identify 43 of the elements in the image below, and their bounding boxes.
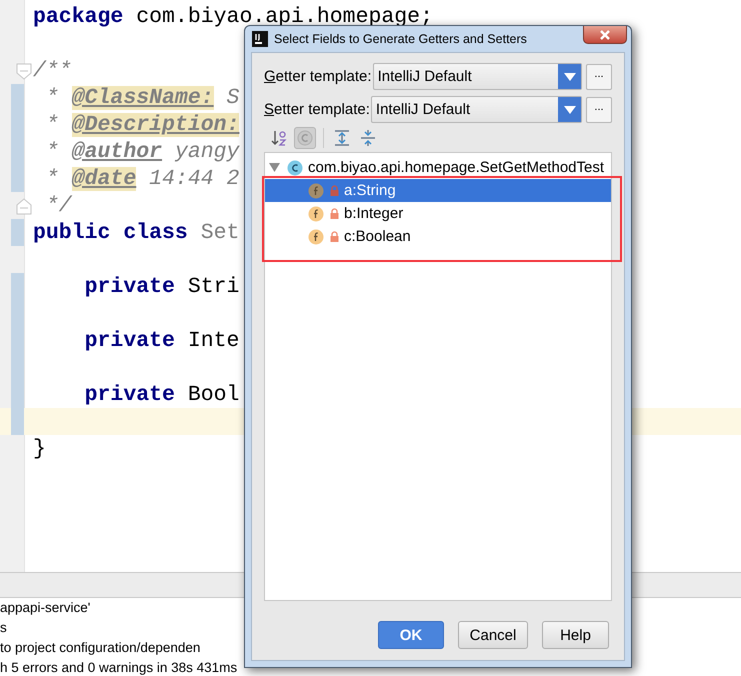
code-line: private Bool — [84, 382, 240, 406]
field-icon — [308, 206, 324, 222]
template-label: Getter template: — [264, 68, 372, 85]
log-message: appapi-service' — [0, 599, 90, 617]
expand-all-icon — [333, 129, 351, 147]
dialog-button[interactable]: Help — [542, 621, 609, 649]
class-icon — [287, 160, 303, 176]
class-node-label[interactable]: com.biyao.api.homepage.SetGetMethodTest — [308, 159, 604, 176]
dropdown-arrow-icon — [564, 106, 576, 114]
browse-button[interactable]: ... — [586, 64, 612, 90]
code-line: /** — [33, 58, 72, 82]
close-icon — [599, 30, 611, 40]
field-row[interactable]: c:Boolean — [265, 225, 611, 248]
field-row[interactable]: a:String — [265, 179, 611, 202]
code-line: private Inte — [84, 328, 240, 352]
template-label: Setter template: — [264, 101, 370, 118]
field-icon — [308, 228, 324, 244]
close-button[interactable] — [583, 26, 627, 44]
field-icon — [308, 182, 324, 198]
dropdown-arrow-icon — [564, 72, 576, 80]
dialog-button[interactable]: Cancel — [458, 621, 528, 649]
lock-icon — [330, 231, 339, 242]
collapse-all-icon — [359, 129, 377, 147]
dialog-button[interactable]: OK — [378, 621, 444, 649]
code-line: public class Set — [33, 220, 240, 244]
code-line: private Stri — [84, 274, 240, 298]
log-message: to project configuration/dependen — [0, 639, 200, 657]
template-dropdown[interactable]: IntelliJ Default — [372, 63, 582, 90]
app-logo-icon — [252, 31, 268, 47]
lock-icon — [330, 208, 339, 219]
class-icon — [296, 129, 314, 147]
dialog-title: Select Fields to Generate Getters and Setters — [274, 32, 527, 46]
log-message: h 5 errors and 0 warnings in 38s 431ms — [0, 659, 238, 676]
browse-button[interactable]: ... — [586, 96, 612, 122]
code-line: * @author yangy — [44, 140, 240, 164]
sort-icon — [270, 129, 288, 147]
log-message: s — [0, 619, 7, 637]
field-row[interactable]: b:Integer — [265, 202, 611, 225]
template-dropdown[interactable]: IntelliJ Default — [370, 96, 582, 123]
code-line: } — [33, 436, 46, 460]
code-line: package com.biyao.api.homepage; — [33, 4, 433, 28]
code-line: */ — [44, 194, 72, 218]
lock-icon — [330, 185, 339, 196]
